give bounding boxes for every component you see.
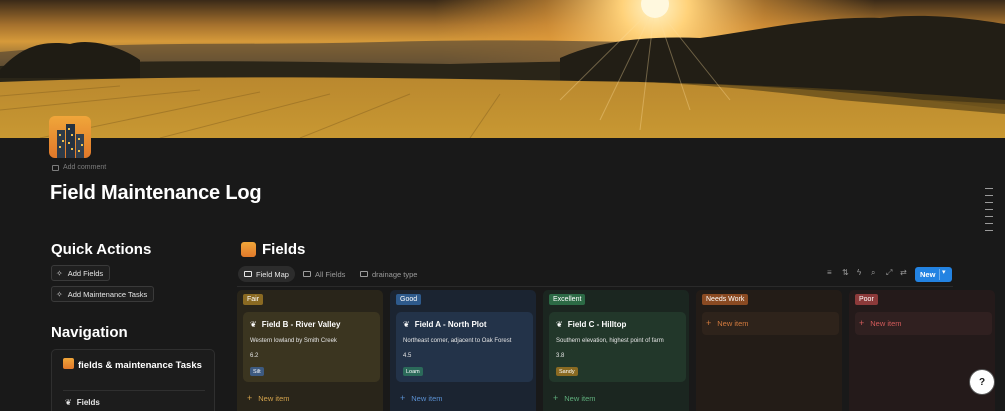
status-badge[interactable]: Fair xyxy=(243,294,264,305)
card-title[interactable]: ❦ Field B - River Valley xyxy=(250,320,340,329)
soil-badge: Silt xyxy=(250,367,264,376)
add-maintenance-tasks-button[interactable]: ✧ Add Maintenance Tasks xyxy=(51,286,155,302)
cover-image xyxy=(0,0,1005,138)
status-badge[interactable]: Needs Work xyxy=(702,294,749,305)
new-item-label: New item xyxy=(258,393,290,403)
settings-icon[interactable]: ⇄ xyxy=(900,268,907,277)
card-description: Southern elevation, highest point of far… xyxy=(556,338,664,344)
plus-icon: + xyxy=(706,318,712,328)
nav-item-fields[interactable]: ❦ Fields xyxy=(65,398,100,407)
status-badge[interactable]: Poor xyxy=(855,294,878,305)
status-badge[interactable]: Excellent xyxy=(549,294,586,305)
leaf-icon: ❦ xyxy=(556,320,563,329)
card-value: 4.5 xyxy=(403,353,412,359)
new-item-button[interactable]: + New item xyxy=(706,318,749,328)
help-icon: ? xyxy=(978,376,986,388)
search-icon[interactable]: ⌕ xyxy=(871,268,875,278)
card-title[interactable]: ❦ Field A - North Plot xyxy=(403,320,487,329)
field-card[interactable]: ❦ Field C - Hilltop Southern elevation, hi… xyxy=(549,312,686,382)
filter-icon[interactable]: ≡ xyxy=(827,268,832,277)
leaf-icon: ❦ xyxy=(65,398,72,407)
tab-label: drainage type xyxy=(372,269,418,279)
tab-all-fields[interactable]: All Fields xyxy=(297,266,351,282)
nav-item-label: Fields xyxy=(76,398,100,407)
sparkle-icon: ✧ xyxy=(56,268,63,278)
card-value: 6.2 xyxy=(250,353,259,359)
chevron-down-icon[interactable]: ▾ xyxy=(942,268,946,276)
card-description: Northeast corner, adjacent to Oak Forest xyxy=(403,338,512,344)
database-title[interactable]: Fields xyxy=(241,241,305,258)
board-column: Needs Work + New item xyxy=(696,290,842,411)
table-of-contents-indicator[interactable] xyxy=(985,188,993,237)
board-view-icon xyxy=(360,271,368,277)
sort-icon[interactable]: ⇅ xyxy=(842,268,849,277)
comment-icon xyxy=(52,164,59,171)
new-item-label: New item xyxy=(870,318,902,328)
board-column: Good ❦ Field A - North Plot Northeast corne… xyxy=(390,290,536,411)
plus-icon: + xyxy=(859,318,865,328)
card-value: 3.8 xyxy=(556,353,565,359)
new-button[interactable]: New ▾ xyxy=(915,267,952,282)
field-card[interactable]: ❦ Field B - River Valley Western lowland b… xyxy=(243,312,380,382)
city-icon xyxy=(241,242,256,257)
add-fields-button[interactable]: ✧ Add Fields xyxy=(51,265,111,281)
navigation-heading: Navigation xyxy=(51,324,128,341)
soil-badge: Loam xyxy=(403,367,423,376)
field-card[interactable]: ❦ Field A - North Plot Northeast corner, a… xyxy=(396,312,533,382)
automation-icon[interactable]: ϟ xyxy=(857,268,861,277)
board-column: Fair ❦ Field B - River Valley Western lowla… xyxy=(237,290,383,411)
toolbar-divider xyxy=(237,286,953,287)
new-item-button[interactable]: + New item xyxy=(247,393,290,403)
board-column: Excellent ❦ Field C - Hilltop Southern elev… xyxy=(543,290,689,411)
expand-icon[interactable]: ⤢ xyxy=(886,268,892,278)
plus-icon: + xyxy=(553,393,559,403)
page-title[interactable]: Field Maintenance Log xyxy=(50,182,262,205)
table-view-icon xyxy=(303,271,311,277)
tab-field-map[interactable]: Field Map xyxy=(238,266,295,282)
help-button[interactable]: ? xyxy=(970,370,994,394)
nav-group-title[interactable]: fields & maintenance Tasks xyxy=(63,358,203,373)
leaf-icon: ❦ xyxy=(403,320,410,329)
add-comment-button[interactable]: Add comment xyxy=(52,164,106,171)
plus-icon: + xyxy=(400,393,406,403)
new-button-label: New xyxy=(920,270,936,279)
new-item-button[interactable]: + New item xyxy=(400,393,443,403)
soil-badge: Sandy xyxy=(556,367,578,376)
city-icon xyxy=(63,358,74,369)
board-column: Poor + New item xyxy=(849,290,995,411)
add-maintenance-tasks-label: Add Maintenance Tasks xyxy=(67,289,148,299)
card-description: Western lowland by Smith Creek xyxy=(250,338,337,344)
new-item-label: New item xyxy=(564,393,596,403)
quick-actions-heading: Quick Actions xyxy=(51,241,152,258)
new-item-label: New item xyxy=(411,393,443,403)
leaf-icon: ❦ xyxy=(250,320,257,329)
tab-label: Field Map xyxy=(256,269,289,279)
divider xyxy=(939,269,940,280)
tab-label: All Fields xyxy=(315,269,346,279)
add-fields-label: Add Fields xyxy=(67,268,104,278)
tab-drainage-type[interactable]: drainage type xyxy=(354,266,423,282)
status-badge[interactable]: Good xyxy=(396,294,422,305)
divider xyxy=(63,390,205,391)
plus-icon: + xyxy=(247,393,253,403)
sparkle-icon: ✧ xyxy=(56,289,63,299)
board-view-icon xyxy=(244,271,252,277)
page-icon[interactable] xyxy=(49,116,91,158)
navigation-box: fields & maintenance Tasks ❦ Fields xyxy=(51,349,215,411)
add-comment-label: Add comment xyxy=(63,164,107,171)
card-title[interactable]: ❦ Field C - Hilltop xyxy=(556,320,626,329)
new-item-button[interactable]: + New item xyxy=(859,318,902,328)
new-item-button[interactable]: + New item xyxy=(553,393,596,403)
new-item-label: New item xyxy=(717,318,749,328)
